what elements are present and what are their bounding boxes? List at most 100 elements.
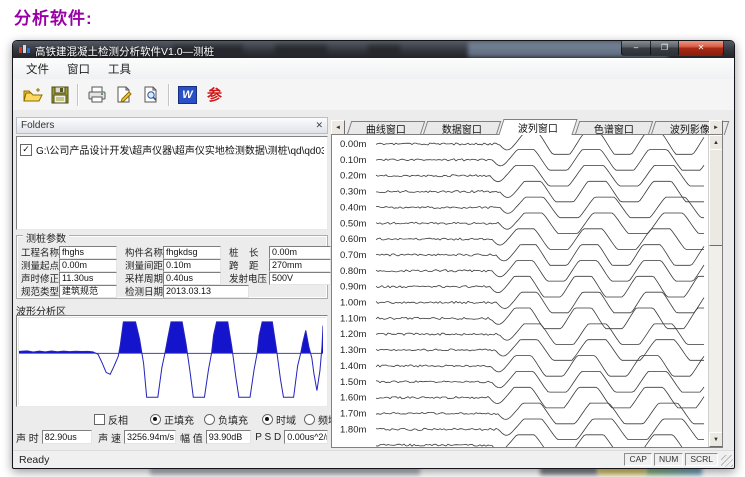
tab-色谱窗口[interactable]: 色谱窗口 [575,121,654,135]
toolbar: W 参 [13,79,734,111]
tabstrip: ◄ 曲线窗口数据窗口波列窗口色谱窗口波列影像 ► [331,119,723,135]
depth-label: 0.70m [340,250,366,261]
depth-label: 1.20m [340,329,366,340]
group-title: 测桩参数 [23,230,69,245]
depth-label: 1.10m [340,313,366,324]
tab-数据窗口[interactable]: 数据窗口 [423,121,502,135]
tree-item-label: G:\公司产品设计开发\超声仪器\超声仪实地检测数据\测桩\qd\qd03\qd… [36,142,324,157]
param-field[interactable]: 0.40us [163,272,221,285]
param-label: 声时修正 [21,271,59,285]
radio-icon[interactable] [204,414,215,425]
radio-icon[interactable] [150,414,161,425]
param-label: 发射电压 [229,271,269,285]
param-label: 检测日期 [125,284,163,298]
print-preview-icon [142,86,160,104]
param-label: 采样周期 [125,271,163,285]
radio-option-时域[interactable]: 时域 [262,412,296,427]
vertical-scrollbar[interactable]: ▲ ▼ [708,135,722,447]
param-field[interactable]: 0.00m [269,246,331,259]
param-field[interactable]: 11.30us [59,272,117,285]
param-field[interactable]: 0.00m [59,259,117,272]
param-field[interactable]: 0.10m [163,259,221,272]
trace-row [376,181,704,202]
param-field[interactable]: 2013.03.13 [163,285,249,298]
radio-icon[interactable] [304,414,315,425]
param-field[interactable]: 500V [269,272,331,285]
tab-曲线窗口[interactable]: 曲线窗口 [347,121,426,135]
radio-icon[interactable] [262,414,273,425]
menu-item[interactable]: 工具 [99,59,140,79]
invert-checkbox[interactable] [94,414,105,425]
measure-field[interactable]: 3256.94m/s [124,430,176,444]
minimize-icon: – [634,44,638,52]
param-field[interactable]: 270mm [269,259,331,272]
tree-item[interactable]: ✓ G:\公司产品设计开发\超声仪器\超声仪实地检测数据\测桩\qd\qd03\… [20,142,324,157]
radio-label: 负填充 [218,412,248,427]
invert-label: 反相 [108,412,128,427]
titlebar-ghost [275,44,327,53]
params-button[interactable]: 参 [201,82,228,107]
analysis-waveform-plot [19,318,323,402]
measures-row: 声 时82.90us声 速3256.94m/s幅 值93.90dBP S D0.… [16,430,328,444]
trace-row [376,276,704,297]
folder-tree[interactable]: ✓ G:\公司产品设计开发\超声仪器\超声仪实地检测数据\测桩\qd\qd03\… [16,136,328,230]
close-button[interactable]: ✕ [679,41,724,56]
param-label: 工程名称 [21,245,59,259]
trace-row [376,435,704,447]
titlebar[interactable]: 高铁建混凝土检测分析软件V1.0—测桩 – ❐ ✕ [13,41,734,58]
maximize-button[interactable]: ❐ [651,41,679,56]
scroll-up-icon[interactable]: ▲ [709,135,723,150]
trace-row [376,356,704,377]
param-field[interactable]: fhgkdsg [163,246,221,259]
controls-row: 反相正填充负填充时域频域 [16,413,328,426]
tab-scroll-right-icon[interactable]: ► [709,120,723,135]
invert-option[interactable]: 反相 [94,412,128,427]
app-icon [19,45,31,55]
param-field[interactable]: 建筑规范 [59,285,117,298]
save-button[interactable] [46,82,73,107]
menubar: 文件窗口工具 [13,58,734,80]
radio-option-负填充[interactable]: 负填充 [204,412,248,427]
wave-train-panel: ◄ 曲线窗口数据窗口波列窗口色谱窗口波列影像 ► 0.00m0.10m0.20m… [331,119,723,448]
param-row: 声时修正11.30us采样周期0.40us发射电压500V [21,272,323,284]
preview-button[interactable] [137,82,164,107]
measure-label: P S D [255,432,281,443]
folders-panel: Folders ✕ ✓ G:\公司产品设计开发\超声仪器\超声仪实地检测数据\测… [16,117,328,449]
minimize-button[interactable]: – [621,41,651,56]
radio-option-正填充[interactable]: 正填充 [150,412,194,427]
param-label: 跨 距 [229,258,269,272]
measure-field[interactable]: 93.90dB [206,430,251,444]
print-button[interactable] [83,82,110,107]
export-button[interactable] [110,82,137,107]
depth-label: 1.40m [340,361,366,372]
scroll-down-icon[interactable]: ▼ [709,432,723,447]
params-icon: 参 [207,84,222,105]
trace-row [376,403,704,424]
menu-item[interactable]: 窗口 [58,59,99,79]
word-export-button[interactable]: W [174,82,201,107]
page-edit-icon [115,86,133,104]
tab-波列窗口[interactable]: 波列窗口 [498,119,577,135]
depth-label: 0.40m [340,202,366,213]
scrollbar-thumb[interactable] [709,149,723,246]
toolbar-separator [77,84,79,106]
pile-params-group: 测桩参数 工程名称fhghs构件名称fhgkdsg桩 长0.00m测量起点0.0… [16,235,328,299]
params-grid: 工程名称fhghs构件名称fhgkdsg桩 长0.00m测量起点0.00m测量间… [21,246,323,297]
open-button[interactable] [19,82,46,107]
close-panel-icon[interactable]: ✕ [315,120,323,131]
trace-row [376,197,704,218]
statusbar: Ready CAPNUMSCRL [13,450,734,468]
trace-row [376,340,704,361]
checkbox-checked-icon[interactable]: ✓ [20,144,32,156]
menu-item[interactable]: 文件 [17,59,58,79]
measure-label: 声 时 [16,430,39,445]
measure-field[interactable]: 82.90us [42,430,92,444]
param-field[interactable]: fhghs [59,246,117,259]
measure-field[interactable]: 0.00us^2/m [284,430,328,444]
depth-label: 1.60m [340,393,366,404]
tab-scroll-left-icon[interactable]: ◄ [331,120,345,135]
resize-grip[interactable] [721,455,733,467]
screenshot-root: 分析软件: 高铁建混凝土检测分析软件V1.0—测桩 – ❐ ✕ 文件窗口工具 [0,0,745,477]
depth-label: 1.30m [340,345,366,356]
param-label: 构件名称 [125,245,163,259]
